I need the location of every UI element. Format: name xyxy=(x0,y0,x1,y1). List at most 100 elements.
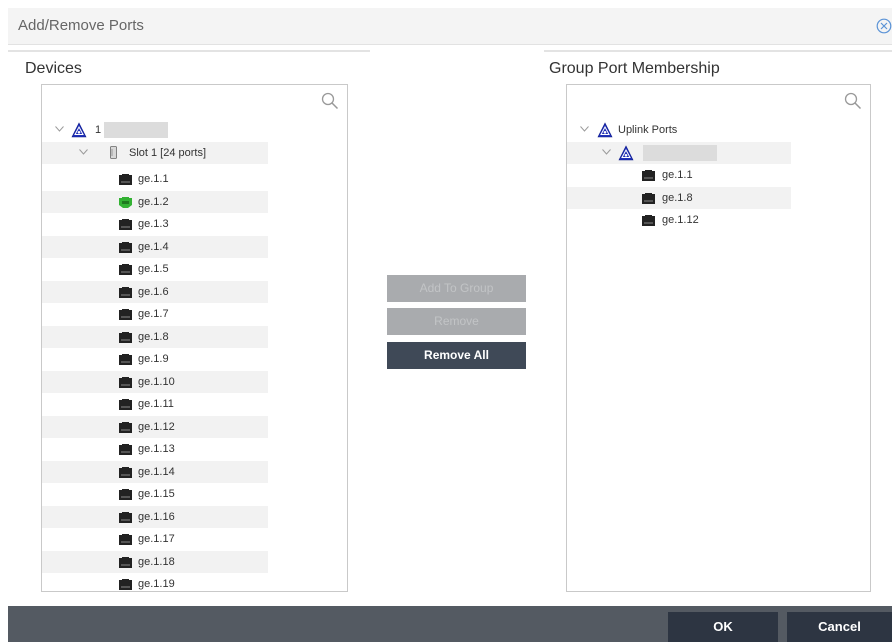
devices-tree-panel[interactable]: 1 Slot 1 [24 ports] ge.1.1 ge.1.2 ge.1.3 ge… xyxy=(41,84,348,592)
port-label: ge.1.11 xyxy=(138,398,174,410)
port-row[interactable]: ge.1.1 xyxy=(42,168,268,190)
port-up-icon xyxy=(119,197,132,208)
port-icon xyxy=(642,170,655,181)
port-icon xyxy=(642,215,655,226)
group-node[interactable]: Uplink Ports xyxy=(567,119,791,141)
port-icon xyxy=(119,422,132,433)
port-icon xyxy=(119,489,132,500)
port-row[interactable]: ge.1.12 xyxy=(567,209,791,231)
port-label: ge.1.13 xyxy=(138,443,175,455)
port-label: ge.1.2 xyxy=(138,195,169,208)
port-row[interactable]: ge.1.6 xyxy=(42,280,268,303)
port-label: ge.1.15 xyxy=(138,488,175,500)
cancel-button[interactable]: Cancel xyxy=(787,612,892,642)
port-row[interactable]: ge.1.17 xyxy=(42,528,268,550)
port-row[interactable]: ge.1.13 xyxy=(42,438,268,460)
search-icon[interactable] xyxy=(321,92,339,110)
chevron-down-icon[interactable] xyxy=(602,149,611,155)
port-icon xyxy=(119,219,132,230)
membership-divider xyxy=(544,50,892,52)
dialog-title: Add/Remove Ports xyxy=(18,17,144,34)
port-icon xyxy=(119,557,132,568)
port-row[interactable]: ge.1.11 xyxy=(42,393,268,415)
device-node[interactable]: 1 xyxy=(42,119,268,141)
device-label: 1 xyxy=(95,124,102,136)
port-icon xyxy=(119,174,132,185)
port-label: ge.1.8 xyxy=(662,191,693,204)
chevron-down-icon[interactable] xyxy=(55,126,64,132)
devices-heading: Devices xyxy=(25,60,82,77)
port-row[interactable]: ge.1.5 xyxy=(42,258,268,280)
port-label: ge.1.10 xyxy=(138,375,175,388)
port-label: ge.1.12 xyxy=(662,214,699,226)
group-label: Uplink Ports xyxy=(618,124,678,136)
port-label: ge.1.1 xyxy=(138,173,169,185)
port-row[interactable]: ge.1.15 xyxy=(42,483,268,505)
port-label: ge.1.18 xyxy=(138,555,175,568)
port-label: ge.1.8 xyxy=(138,330,169,343)
port-icon xyxy=(119,399,132,410)
port-icon xyxy=(119,534,132,545)
add-to-group-button[interactable]: Add To Group xyxy=(387,275,526,302)
port-row[interactable]: ge.1.16 xyxy=(42,505,268,528)
devices-divider xyxy=(8,50,370,52)
port-label: ge.1.6 xyxy=(138,285,169,298)
port-label: ge.1.9 xyxy=(138,353,169,365)
port-icon xyxy=(119,377,132,388)
port-row[interactable]: ge.1.18 xyxy=(42,550,268,573)
port-label: ge.1.3 xyxy=(138,218,169,230)
slot-icon xyxy=(110,146,117,159)
redacted-device-name xyxy=(104,122,168,138)
port-icon xyxy=(119,264,132,275)
port-row[interactable]: ge.1.14 xyxy=(42,460,268,483)
chevron-down-icon[interactable] xyxy=(580,126,589,132)
port-row[interactable]: ge.1.1 xyxy=(567,164,791,186)
port-label: ge.1.14 xyxy=(138,465,175,478)
port-label: ge.1.5 xyxy=(138,263,169,275)
remove-button[interactable]: Remove xyxy=(387,308,526,335)
port-label: ge.1.17 xyxy=(138,533,175,545)
slot-node[interactable]: Slot 1 [24 ports] xyxy=(42,142,268,164)
port-row[interactable]: ge.1.8 xyxy=(567,186,791,209)
dialog-footer: OK Cancel xyxy=(8,606,892,642)
port-icon xyxy=(642,193,655,204)
port-row[interactable]: ge.1.10 xyxy=(42,370,268,393)
ok-button[interactable]: OK xyxy=(668,612,778,642)
port-icon xyxy=(119,467,132,478)
dialog-title-bar: Add/Remove Ports xyxy=(8,8,892,45)
chevron-down-icon[interactable] xyxy=(79,149,88,155)
port-row[interactable]: ge.1.12 xyxy=(42,415,268,438)
close-icon[interactable] xyxy=(876,18,892,34)
port-icon xyxy=(119,287,132,298)
port-icon xyxy=(119,309,132,320)
port-icon xyxy=(119,354,132,365)
membership-heading: Group Port Membership xyxy=(549,60,720,77)
port-label: ge.1.12 xyxy=(138,420,175,433)
port-label: ge.1.1 xyxy=(662,169,693,181)
port-row[interactable]: ge.1.4 xyxy=(42,235,268,258)
port-label: ge.1.4 xyxy=(138,240,169,253)
devices-search-row[interactable] xyxy=(42,85,347,119)
port-icon xyxy=(119,332,132,343)
device-icon xyxy=(618,145,634,161)
redacted-device-name xyxy=(643,145,717,161)
remove-all-button[interactable]: Remove All xyxy=(387,342,526,369)
port-row[interactable]: ge.1.8 xyxy=(42,325,268,348)
search-icon[interactable] xyxy=(844,92,862,110)
membership-tree-panel[interactable]: Uplink Ports ge.1.1 ge.1.8 ge.1.12 xyxy=(566,84,871,592)
port-icon xyxy=(119,579,132,590)
port-row[interactable]: ge.1.19 xyxy=(42,573,268,591)
port-label: ge.1.16 xyxy=(138,510,175,523)
port-row[interactable]: ge.1.7 xyxy=(42,303,268,325)
device-icon xyxy=(71,122,87,138)
port-icon xyxy=(119,242,132,253)
port-row[interactable]: ge.1.9 xyxy=(42,348,268,370)
port-row[interactable]: ge.1.3 xyxy=(42,213,268,235)
membership-search-row[interactable] xyxy=(567,85,870,119)
port-icon xyxy=(119,512,132,523)
port-label: ge.1.7 xyxy=(138,308,169,320)
member-device-node[interactable] xyxy=(567,142,791,164)
port-row[interactable]: ge.1.2 xyxy=(42,190,268,213)
group-icon xyxy=(597,122,613,138)
port-icon xyxy=(119,444,132,455)
